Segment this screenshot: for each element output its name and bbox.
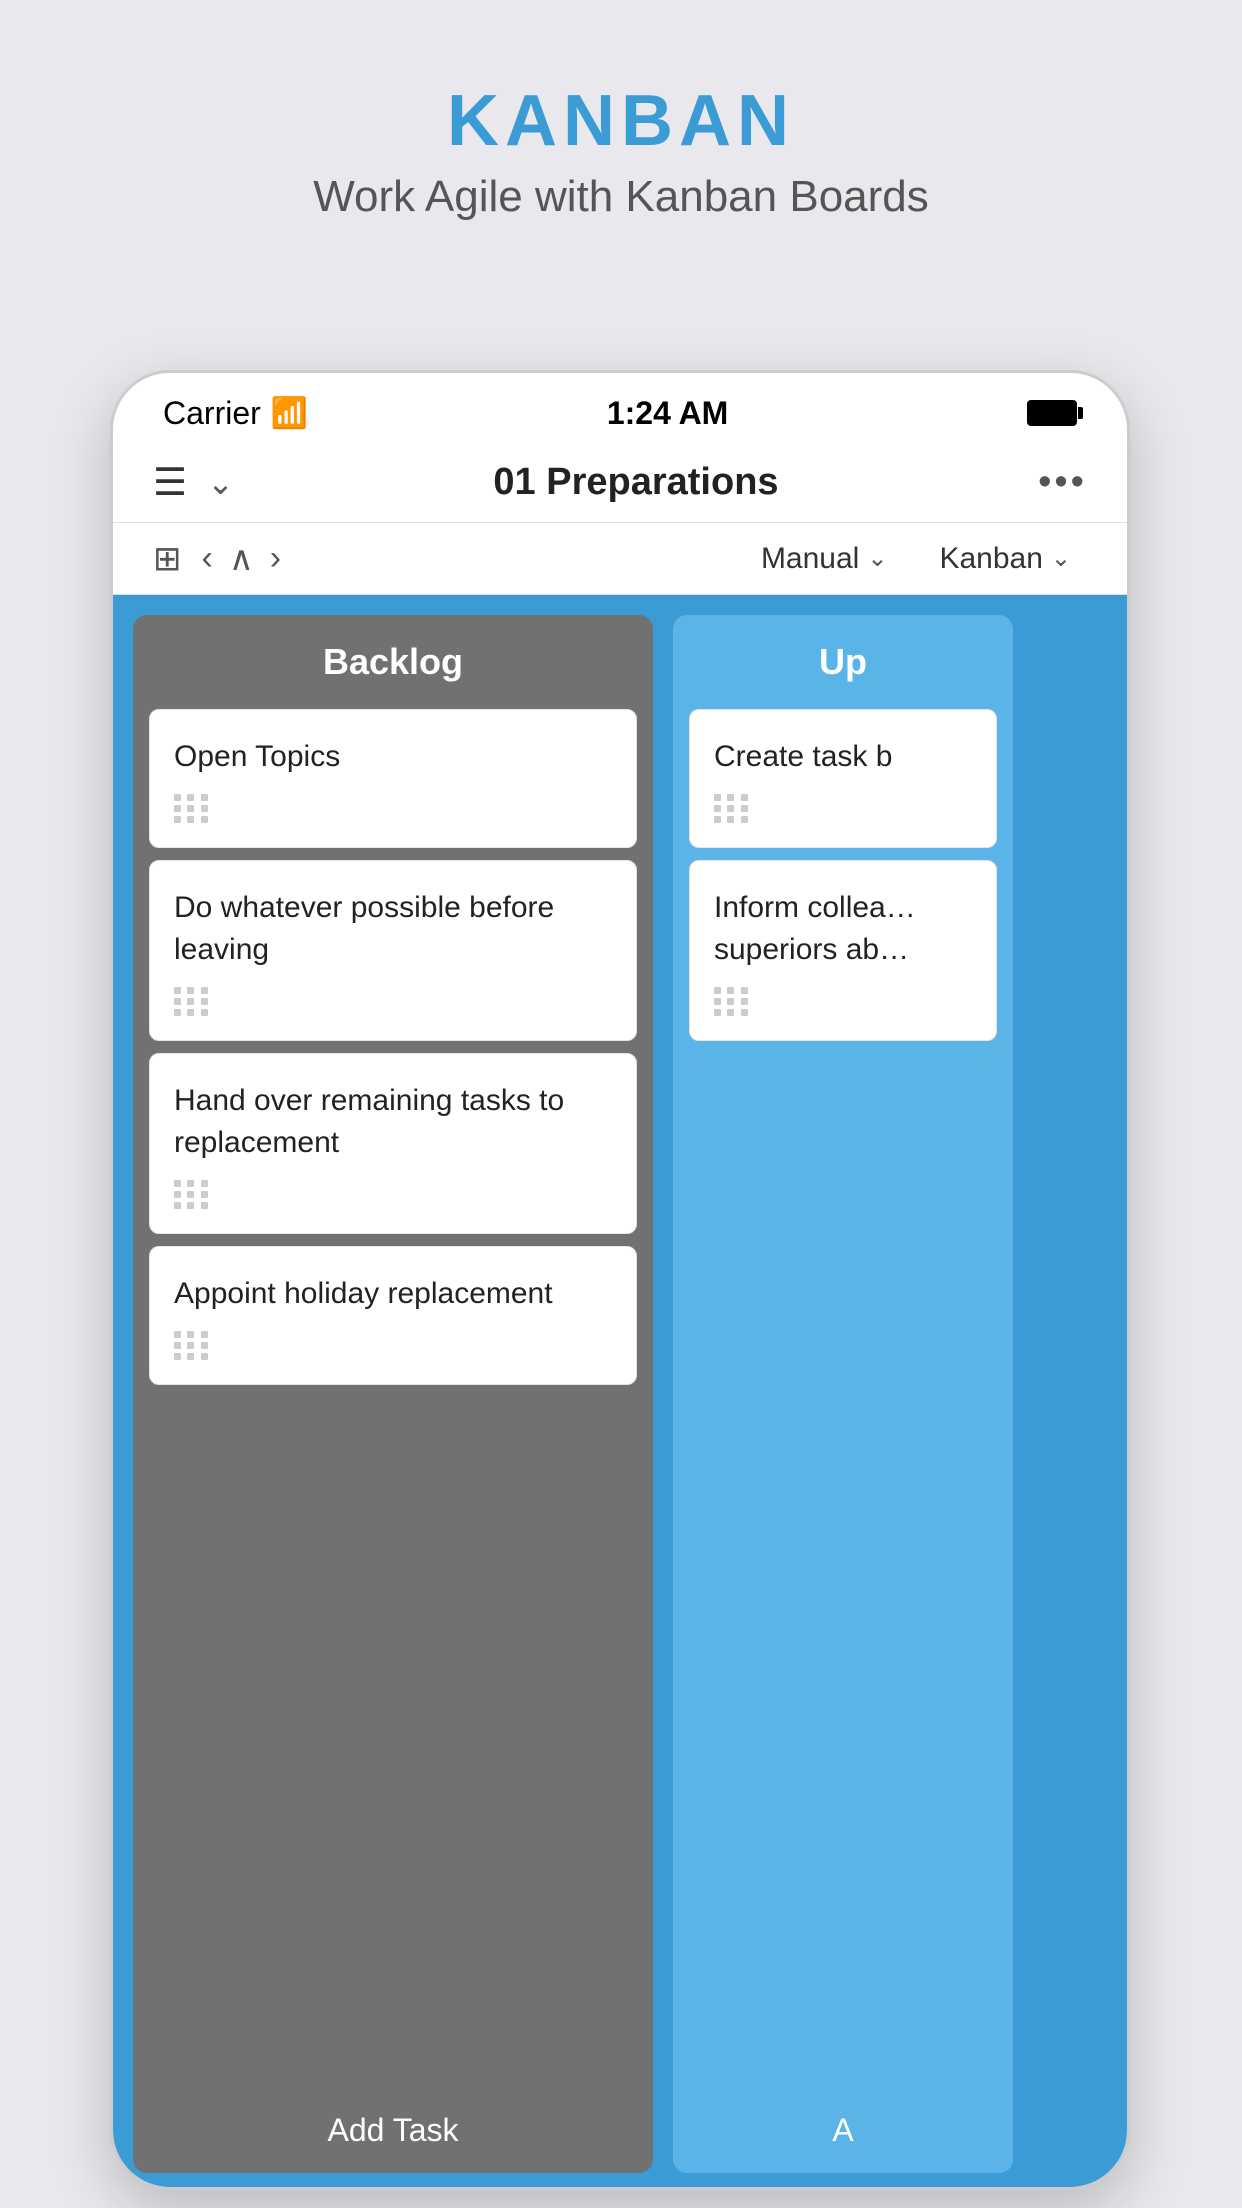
upcoming-header: Up — [673, 615, 1013, 709]
drag-handle-icon — [174, 987, 210, 1016]
kanban-chevron-icon: ⌄ — [1051, 544, 1071, 573]
wifi-icon: 📶 — [271, 396, 308, 431]
nav-up-icon[interactable]: ∧ — [229, 539, 254, 579]
upcoming-add-button[interactable]: A — [673, 2088, 1013, 2173]
card-title: Do whatever possible before leaving — [174, 887, 612, 971]
app-header: KANBAN Work Agile with Kanban Boards — [0, 0, 1242, 282]
nav-prev-icon[interactable]: ‹ — [202, 539, 213, 578]
kanban-dropdown[interactable]: Kanban ⌄ — [923, 534, 1087, 584]
drag-handle-icon — [174, 1331, 210, 1360]
carrier-text: Carrier — [163, 395, 261, 432]
column-backlog: Backlog Open Topics Do whatever possible… — [133, 615, 653, 2173]
card-title: Appoint holiday replacement — [174, 1273, 612, 1315]
grid-view-icon[interactable]: ⊞ — [153, 539, 182, 579]
drag-handle-icon — [714, 794, 750, 823]
drag-handle-icon — [174, 794, 210, 823]
upcoming-cards: Create task b Inform collea… superiors a… — [673, 709, 1013, 2088]
app-subtitle: Work Agile with Kanban Boards — [0, 172, 1242, 222]
card-title: Hand over remaining tasks to replacement — [174, 1080, 612, 1164]
table-row[interactable]: Open Topics — [149, 709, 637, 848]
manual-label: Manual — [761, 542, 859, 576]
battery-indicator — [1027, 400, 1077, 426]
backlog-title: Backlog — [323, 641, 463, 682]
manual-dropdown[interactable]: Manual ⌄ — [745, 534, 904, 584]
app-title: KANBAN — [0, 80, 1242, 162]
table-row[interactable]: Do whatever possible before leaving — [149, 860, 637, 1041]
nav-more-icon[interactable]: ••• — [1038, 461, 1087, 504]
table-row[interactable]: Inform collea… superiors ab… — [689, 860, 997, 1041]
nav-bar: ☰ ⌄ 01 Preparations ••• — [113, 443, 1127, 523]
battery-icon — [1027, 400, 1077, 426]
drag-handle-icon — [714, 987, 750, 1016]
nav-next-icon[interactable]: › — [270, 539, 281, 578]
status-bar: Carrier 📶 1:24 AM — [113, 373, 1127, 443]
kanban-board: Backlog Open Topics Do whatever possible… — [113, 595, 1127, 2190]
table-row[interactable]: Hand over remaining tasks to replacement — [149, 1053, 637, 1234]
status-time: 1:24 AM — [607, 395, 729, 432]
nav-title: 01 Preparations — [234, 461, 1038, 504]
column-upcoming: Up Create task b Inform collea… superior… — [673, 615, 1013, 2173]
upcoming-title: Up — [819, 641, 867, 682]
hamburger-icon[interactable]: ☰ — [153, 464, 187, 502]
backlog-header: Backlog — [133, 615, 653, 709]
kanban-label: Kanban — [939, 542, 1042, 576]
toolbar: ⊞ ‹ ∧ › Manual ⌄ Kanban ⌄ — [113, 523, 1127, 595]
add-task-button[interactable]: Add Task — [133, 2088, 653, 2173]
carrier-info: Carrier 📶 — [163, 395, 308, 432]
card-title: Open Topics — [174, 736, 612, 778]
phone-frame: Carrier 📶 1:24 AM ☰ ⌄ 01 Preparations ••… — [110, 370, 1130, 2190]
card-title: Inform collea… superiors ab… — [714, 887, 972, 971]
table-row[interactable]: Create task b — [689, 709, 997, 848]
nav-left-controls: ☰ ⌄ — [153, 464, 234, 502]
drag-handle-icon — [174, 1180, 210, 1209]
manual-chevron-icon: ⌄ — [867, 544, 887, 573]
toolbar-nav: ‹ ∧ › — [202, 539, 282, 579]
backlog-cards: Open Topics Do whatever possible before … — [133, 709, 653, 2088]
card-title: Create task b — [714, 736, 972, 778]
nav-dropdown-icon[interactable]: ⌄ — [207, 464, 234, 502]
table-row[interactable]: Appoint holiday replacement — [149, 1246, 637, 1385]
